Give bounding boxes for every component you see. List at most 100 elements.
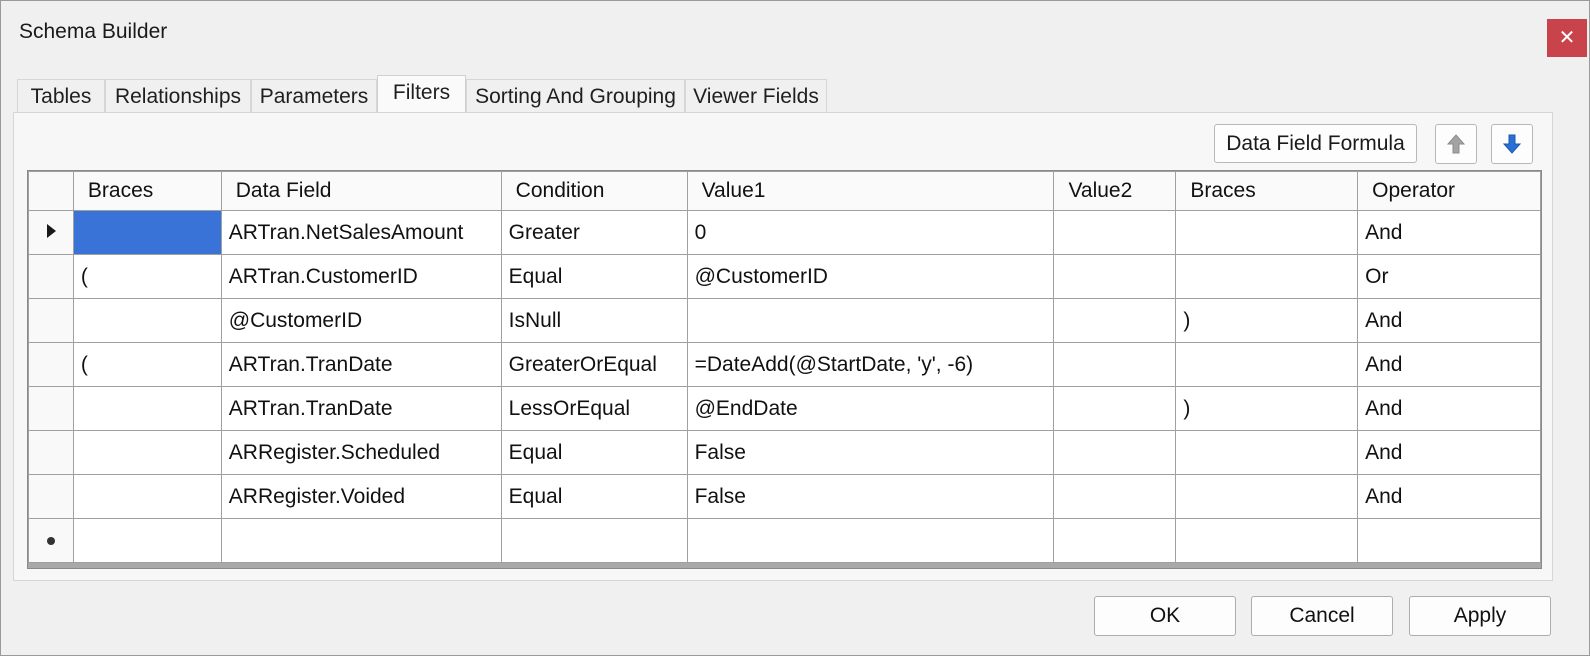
column-header-braces-open[interactable]: Braces — [72, 171, 222, 211]
move-up-button[interactable] — [1435, 124, 1477, 164]
move-down-button[interactable] — [1491, 124, 1533, 164]
row-header[interactable] — [28, 298, 74, 343]
cell-value2[interactable] — [1053, 342, 1177, 387]
cell-braces-open[interactable]: ( — [72, 342, 222, 387]
cell-value2[interactable] — [1053, 254, 1177, 299]
cell-operator[interactable] — [1357, 518, 1541, 563]
row-header[interactable] — [28, 210, 74, 255]
cell-braces-close[interactable] — [1175, 430, 1359, 475]
cell-condition[interactable]: Greater — [500, 210, 688, 255]
cell-operator[interactable]: Or — [1357, 254, 1541, 299]
cell-condition[interactable] — [500, 518, 688, 563]
cell-braces-open[interactable] — [72, 298, 222, 343]
cancel-button[interactable]: Cancel — [1251, 596, 1393, 636]
cell-condition[interactable]: GreaterOrEqual — [500, 342, 688, 387]
cell-braces-close[interactable] — [1175, 474, 1359, 519]
column-header-value2[interactable]: Value2 — [1053, 171, 1177, 211]
data-field-formula-button[interactable]: Data Field Formula — [1214, 124, 1417, 163]
row-header[interactable] — [28, 386, 74, 431]
column-header-condition[interactable]: Condition — [500, 171, 688, 211]
apply-button[interactable]: Apply — [1409, 596, 1551, 636]
row-header[interactable] — [28, 254, 74, 299]
cell-value1[interactable]: @EndDate — [686, 386, 1055, 431]
cell-operator[interactable]: And — [1357, 474, 1541, 519]
row-header[interactable] — [28, 474, 74, 519]
cell-braces-close[interactable] — [1175, 210, 1359, 255]
row-header[interactable] — [28, 430, 74, 475]
table-row[interactable]: ARTran.NetSalesAmount Greater 0 And — [28, 210, 1541, 255]
column-header-operator[interactable]: Operator — [1357, 171, 1541, 211]
filters-grid: Braces Data Field Condition Value1 Value… — [27, 170, 1542, 569]
tab-filters[interactable]: Filters — [377, 75, 466, 113]
filters-panel: Data Field Formula Braces Data Field Con… — [13, 112, 1553, 581]
cell-braces-open[interactable] — [72, 518, 222, 563]
column-header-value1[interactable]: Value1 — [686, 171, 1055, 211]
cell-data-field[interactable]: ARTran.TranDate — [220, 386, 502, 431]
cell-operator[interactable]: And — [1357, 210, 1541, 255]
tab-parameters[interactable]: Parameters — [251, 79, 377, 112]
cell-data-field[interactable]: ARTran.NetSalesAmount — [220, 210, 502, 255]
cell-value1[interactable] — [686, 298, 1055, 343]
new-row[interactable] — [28, 518, 1541, 563]
cell-value2[interactable] — [1053, 386, 1177, 431]
cell-value2[interactable] — [1053, 210, 1177, 255]
corner-cell — [28, 171, 74, 211]
cell-braces-close[interactable] — [1175, 342, 1359, 387]
schema-builder-dialog: Schema Builder ✕ Tables Relationships Pa… — [0, 0, 1590, 656]
cell-braces-close[interactable]: ) — [1175, 386, 1359, 431]
current-row-icon — [46, 223, 56, 238]
table-row[interactable]: ARRegister.Voided Equal False And — [28, 474, 1541, 519]
cell-braces-open[interactable] — [72, 474, 222, 519]
column-header-data-field[interactable]: Data Field — [220, 171, 502, 211]
window-title: Schema Builder — [19, 20, 168, 43]
cell-value2[interactable] — [1053, 430, 1177, 475]
table-row[interactable]: @CustomerID IsNull) And — [28, 298, 1541, 343]
cell-condition[interactable]: IsNull — [500, 298, 688, 343]
cell-braces-open[interactable] — [72, 386, 222, 431]
title-bar[interactable]: Schema Builder ✕ — [1, 1, 1589, 67]
cell-condition[interactable]: Equal — [500, 474, 688, 519]
cell-value1[interactable]: 0 — [686, 210, 1055, 255]
cell-operator[interactable]: And — [1357, 298, 1541, 343]
cell-value1[interactable]: =DateAdd(@StartDate, 'y', -6) — [686, 342, 1055, 387]
cell-value1[interactable]: False — [686, 474, 1055, 519]
cell-value1[interactable] — [686, 518, 1055, 563]
cell-braces-close[interactable] — [1175, 518, 1359, 563]
cell-braces-close[interactable] — [1175, 254, 1359, 299]
cell-condition[interactable]: LessOrEqual — [500, 386, 688, 431]
cell-braces-open[interactable] — [72, 210, 222, 255]
cell-braces-close[interactable]: ) — [1175, 298, 1359, 343]
tab-sorting-and-grouping[interactable]: Sorting And Grouping — [466, 79, 685, 112]
cell-data-field[interactable]: ARTran.TranDate — [220, 342, 502, 387]
cell-value2[interactable] — [1053, 518, 1177, 563]
cell-data-field[interactable]: @CustomerID — [220, 298, 502, 343]
cell-operator[interactable]: And — [1357, 386, 1541, 431]
tab-tables[interactable]: Tables — [17, 79, 105, 112]
cell-operator[interactable]: And — [1357, 342, 1541, 387]
cell-data-field[interactable]: ARRegister.Voided — [220, 474, 502, 519]
ok-button[interactable]: OK — [1094, 596, 1236, 636]
tab-relationships[interactable]: Relationships — [105, 79, 251, 112]
cell-data-field[interactable]: ARRegister.Scheduled — [220, 430, 502, 475]
close-button[interactable]: ✕ — [1547, 19, 1587, 57]
table-row[interactable]: ARRegister.Scheduled Equal False And — [28, 430, 1541, 475]
cell-braces-open[interactable]: ( — [72, 254, 222, 299]
cell-braces-open[interactable] — [72, 430, 222, 475]
row-header[interactable] — [28, 518, 74, 563]
cell-value1[interactable]: @CustomerID — [686, 254, 1055, 299]
column-header-braces-close[interactable]: Braces — [1175, 171, 1359, 211]
arrow-up-icon — [1446, 134, 1466, 154]
cell-condition[interactable]: Equal — [500, 254, 688, 299]
cell-value2[interactable] — [1053, 474, 1177, 519]
tab-viewer-fields[interactable]: Viewer Fields — [685, 79, 827, 112]
cell-value1[interactable]: False — [686, 430, 1055, 475]
cell-data-field[interactable]: ARTran.CustomerID — [220, 254, 502, 299]
cell-condition[interactable]: Equal — [500, 430, 688, 475]
table-row[interactable]: (ARTran.TranDate GreaterOrEqual =DateAdd(@… — [28, 342, 1541, 387]
cell-value2[interactable] — [1053, 298, 1177, 343]
row-header[interactable] — [28, 342, 74, 387]
table-row[interactable]: (ARTran.CustomerID Equal @CustomerID Or — [28, 254, 1541, 299]
cell-data-field[interactable] — [220, 518, 502, 563]
table-row[interactable]: ARTran.TranDate LessOrEqual @EndDate) And — [28, 386, 1541, 431]
cell-operator[interactable]: And — [1357, 430, 1541, 475]
